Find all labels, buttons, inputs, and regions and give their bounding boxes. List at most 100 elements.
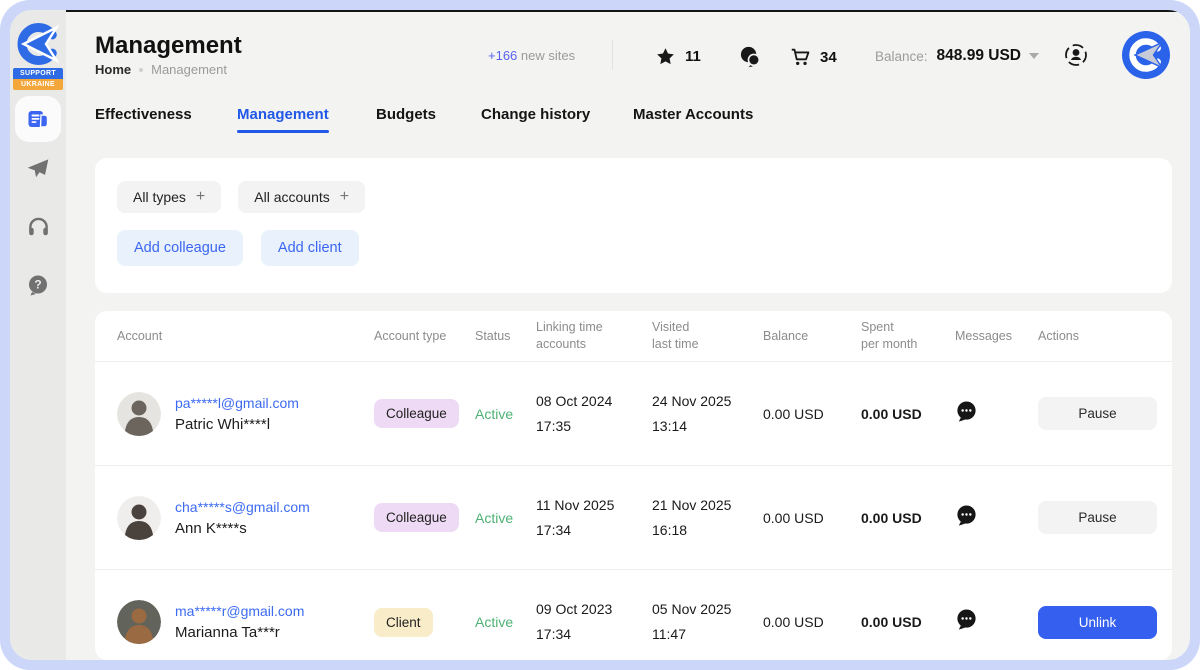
balance[interactable]: Balance: 848.99 USD: [875, 47, 1039, 65]
tab-budgets[interactable]: Budgets: [376, 106, 436, 123]
account-type-badge: Colleague: [374, 399, 459, 428]
svg-text:?: ?: [34, 278, 41, 292]
favorites-count: 11: [685, 48, 701, 65]
plus-icon: +: [196, 189, 205, 205]
balance-cell: 0.00 USD: [763, 406, 861, 422]
chat-button[interactable]: [739, 45, 762, 73]
filter-all-accounts[interactable]: All accounts +: [238, 181, 365, 213]
breadcrumb: Home Management: [95, 62, 227, 77]
voice-support-button[interactable]: [1063, 42, 1089, 73]
col-linking-time: Linking timeaccounts: [536, 319, 652, 353]
table-row: pa*****l@gmail.com Patric Whi****l Colle…: [95, 362, 1172, 466]
breadcrumb-home[interactable]: Home: [95, 62, 131, 77]
profile-avatar[interactable]: [1122, 31, 1170, 79]
add-colleague-button[interactable]: Add colleague: [117, 230, 243, 266]
tab-change-history[interactable]: Change history: [481, 106, 590, 123]
main-content: Management Home Management +166 new site…: [66, 10, 1190, 660]
tab-management[interactable]: Management: [237, 106, 329, 123]
account-type-badge: Colleague: [374, 503, 459, 532]
status-label: Active: [475, 510, 536, 526]
visited-time: 05 Nov 202511:47: [652, 597, 763, 647]
badge-ukraine: UKRAINE: [13, 79, 63, 90]
sidebar-item-help[interactable]: ?: [15, 262, 61, 308]
app-frame: SUPPORT UKRAINE: [0, 0, 1200, 670]
account-name: Marianna Ta***r: [175, 624, 304, 641]
favorites-stat[interactable]: 11: [655, 46, 701, 67]
account-email[interactable]: ma*****r@gmail.com: [175, 603, 304, 619]
message-icon[interactable]: [955, 400, 978, 423]
voice-person-icon: [1063, 42, 1089, 68]
cart-count: 34: [820, 49, 837, 66]
col-messages: Messages: [955, 328, 1038, 345]
col-account-type: Account type: [374, 328, 475, 345]
new-sites-link[interactable]: +166 new sites: [488, 48, 575, 63]
messages-cell: [955, 400, 1038, 428]
unlink-button[interactable]: Unlink: [1038, 606, 1157, 639]
avatar: [117, 392, 161, 436]
status-label: Active: [475, 406, 536, 422]
spent-cell: 0.00 USD: [861, 614, 955, 630]
paper-plane-icon: [25, 155, 51, 181]
visited-time: 21 Nov 202516:18: [652, 493, 763, 543]
headphones-icon: [26, 214, 51, 239]
new-sites-label: new sites: [521, 48, 575, 63]
brand-logo[interactable]: SUPPORT UKRAINE: [13, 20, 63, 90]
chevron-down-icon: [1029, 53, 1039, 59]
app-window: SUPPORT UKRAINE: [10, 10, 1190, 660]
account-email[interactable]: pa*****l@gmail.com: [175, 395, 299, 411]
sidebar: SUPPORT UKRAINE: [10, 10, 66, 660]
filter-all-accounts-label: All accounts: [254, 189, 329, 205]
star-icon: [655, 46, 676, 67]
col-balance: Balance: [763, 328, 861, 345]
profile-logo-icon: [1122, 31, 1170, 79]
filter-all-types[interactable]: All types +: [117, 181, 221, 213]
account-name: Ann K****s: [175, 520, 310, 537]
news-icon: [26, 107, 50, 131]
cart-icon: [789, 46, 811, 68]
col-actions: Actions: [1038, 328, 1150, 345]
col-status: Status: [475, 328, 536, 345]
sidebar-item-support[interactable]: [15, 203, 61, 249]
spent-cell: 0.00 USD: [861, 406, 955, 422]
balance-cell: 0.00 USD: [763, 614, 861, 630]
header-divider: [612, 40, 613, 70]
badge-support: SUPPORT: [13, 68, 63, 79]
messages-cell: [955, 504, 1038, 532]
balance-label: Balance:: [875, 49, 928, 64]
messages-cell: [955, 608, 1038, 636]
topbar: Management Home Management +166 new site…: [66, 12, 1190, 106]
page-title: Management: [95, 32, 242, 60]
visited-time: 24 Nov 202513:14: [652, 389, 763, 439]
account-name: Patric Whi****l: [175, 416, 299, 433]
sidebar-item-news[interactable]: [15, 96, 61, 142]
linking-time: 11 Nov 202517:34: [536, 493, 652, 543]
account-type-badge: Client: [374, 608, 433, 637]
col-visited: Visitedlast time: [652, 319, 763, 353]
account-email[interactable]: cha*****s@gmail.com: [175, 499, 310, 515]
brand-logo-icon: [14, 20, 62, 68]
col-account: Account: [117, 328, 374, 345]
accounts-table: Account Account type Status Linking time…: [95, 311, 1172, 660]
filter-all-types-label: All types: [133, 189, 186, 205]
pause-button[interactable]: Pause: [1038, 501, 1157, 534]
table-row: ma*****r@gmail.com Marianna Ta***r Clien…: [95, 570, 1172, 660]
add-client-button[interactable]: Add client: [261, 230, 359, 266]
pause-button[interactable]: Pause: [1038, 397, 1157, 430]
table-row: cha*****s@gmail.com Ann K****s Colleague…: [95, 466, 1172, 570]
plus-icon: +: [340, 189, 349, 205]
spent-cell: 0.00 USD: [861, 510, 955, 526]
linking-time: 08 Oct 202417:35: [536, 389, 652, 439]
chat-icon: [739, 45, 762, 68]
col-spent: Spentper month: [861, 319, 955, 353]
sidebar-item-telegram[interactable]: [15, 145, 61, 191]
tab-bar: Effectiveness Management Budgets Change …: [66, 106, 1190, 140]
balance-value: 848.99 USD: [937, 47, 1021, 65]
status-label: Active: [475, 614, 536, 630]
message-icon[interactable]: [955, 504, 978, 527]
new-sites-count: +166: [488, 48, 517, 63]
cart-stat[interactable]: 34: [789, 46, 837, 68]
avatar: [117, 496, 161, 540]
tab-effectiveness[interactable]: Effectiveness: [95, 106, 192, 123]
message-icon[interactable]: [955, 608, 978, 631]
tab-master-accounts[interactable]: Master Accounts: [633, 106, 753, 123]
